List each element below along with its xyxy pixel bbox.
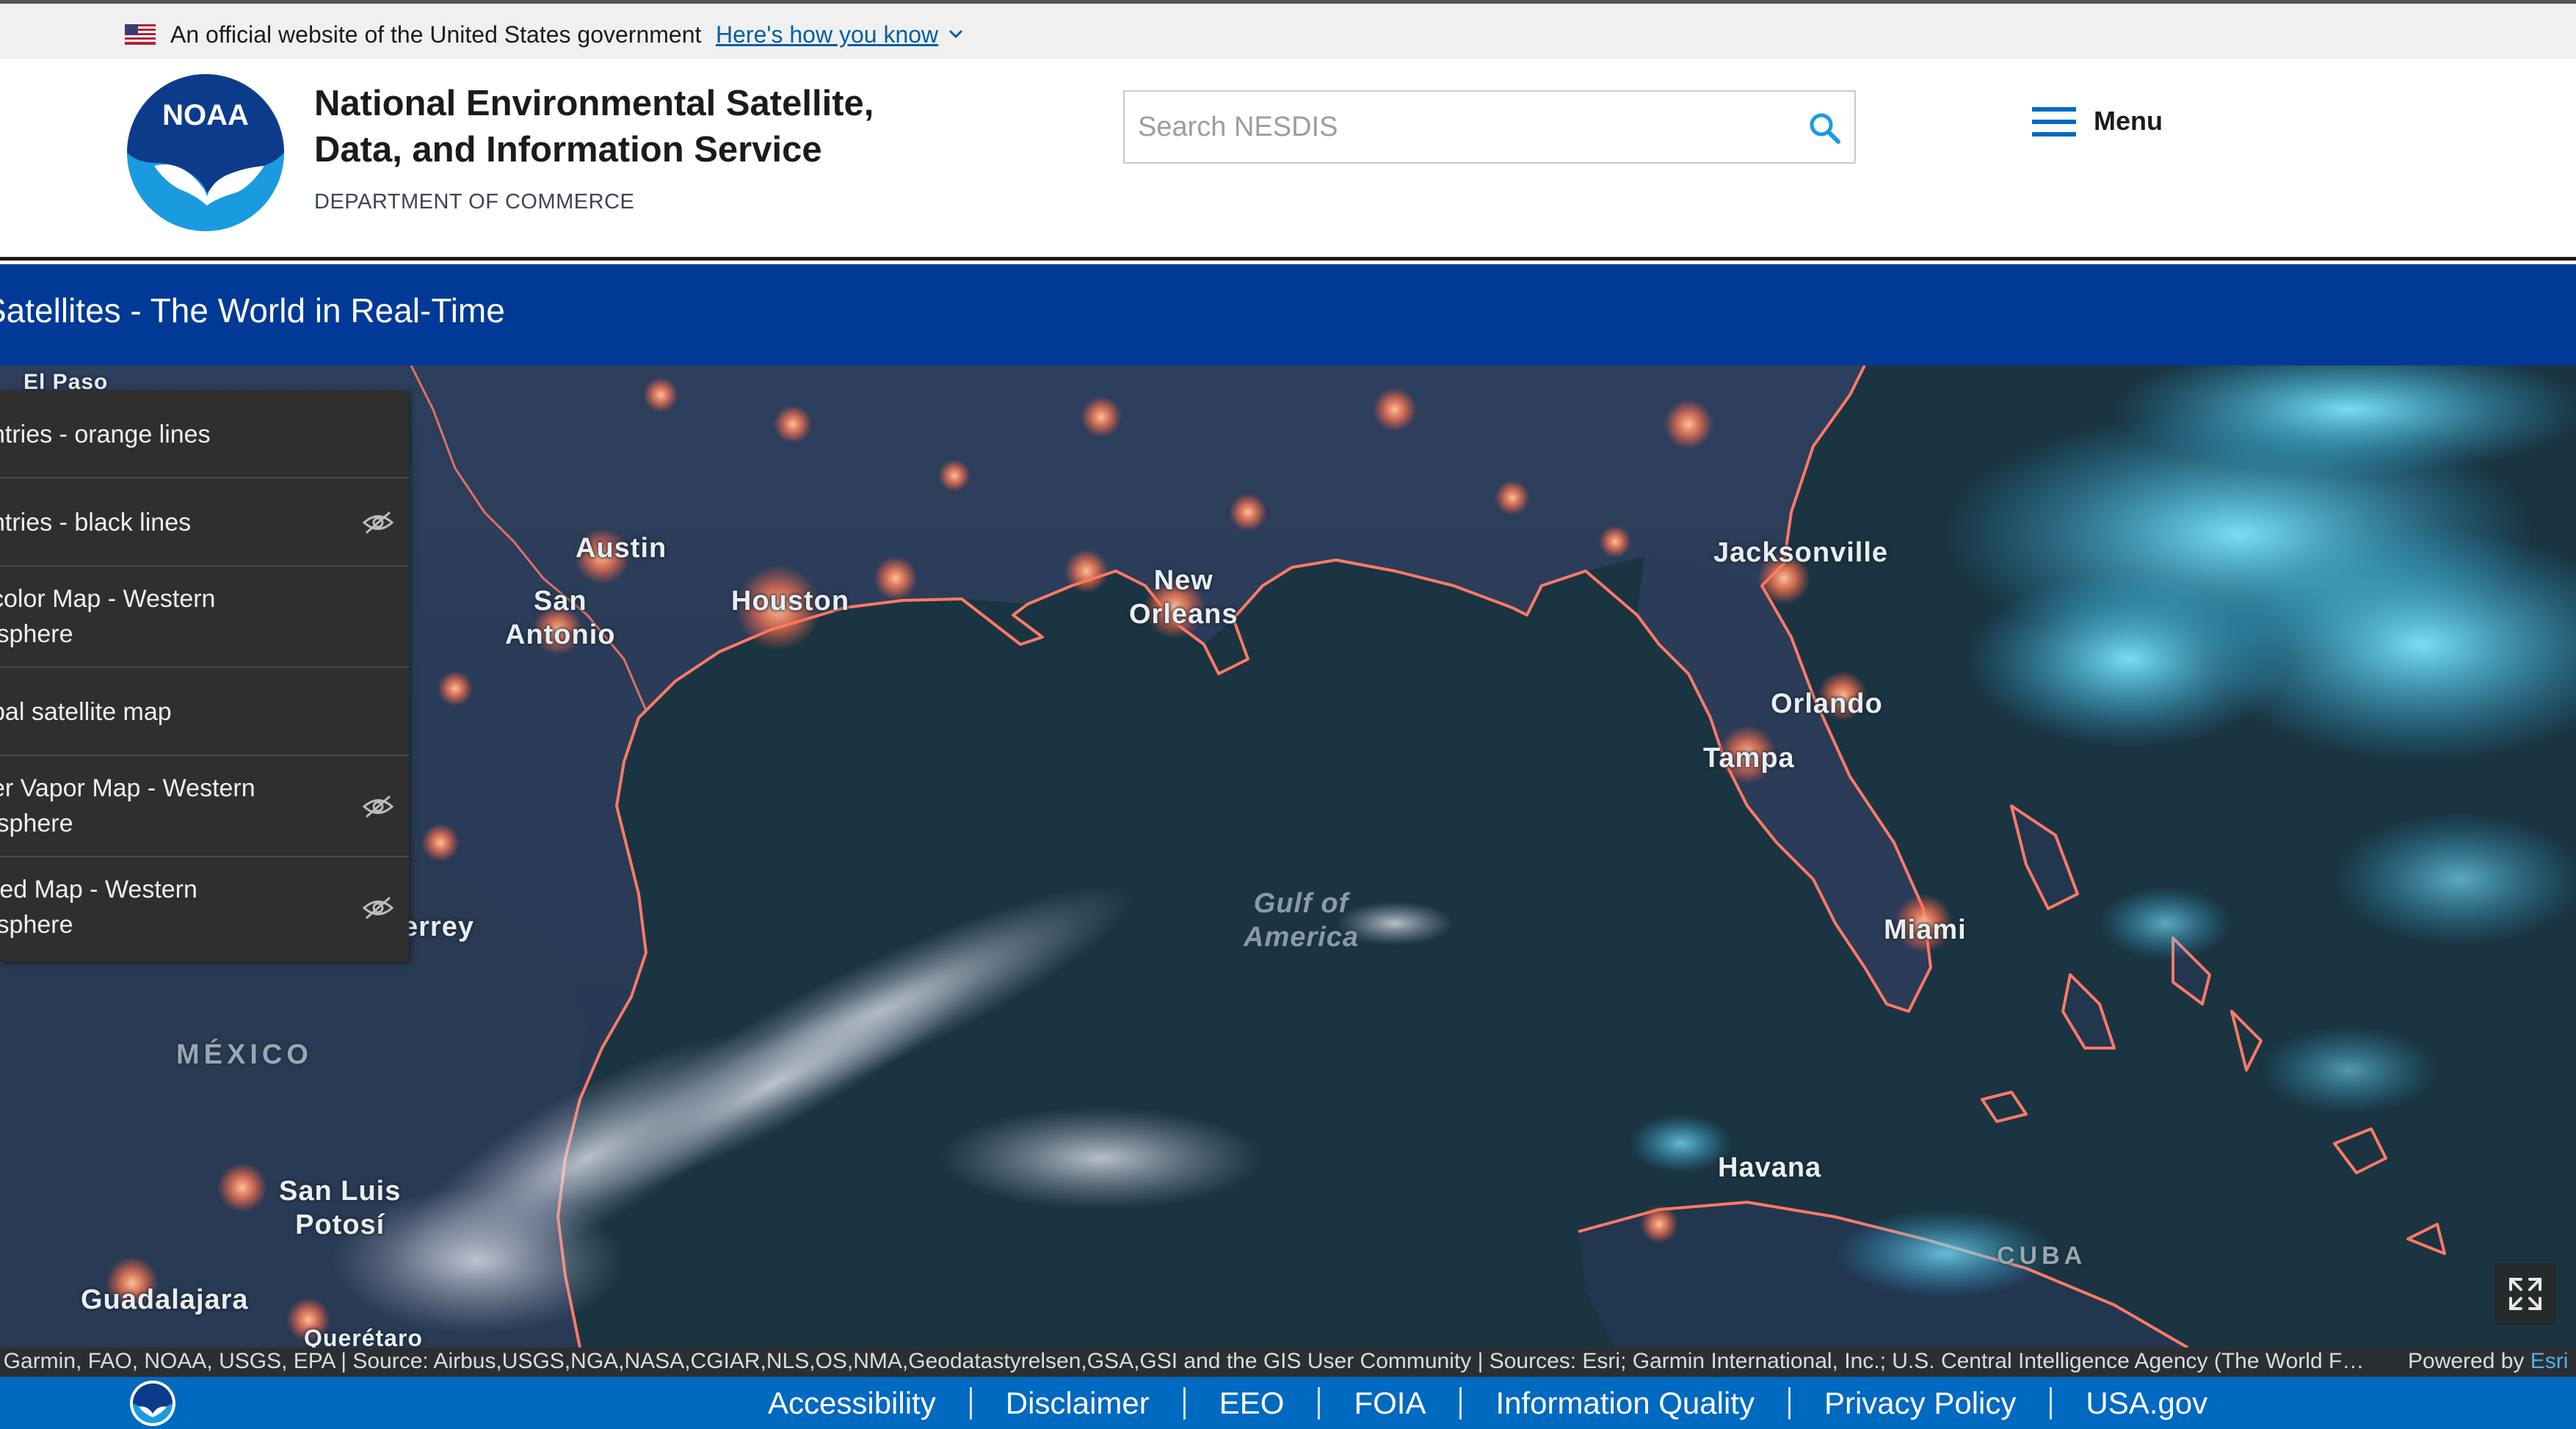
gov-banner-text: An official website of the United States… [170, 21, 702, 48]
search-box [1123, 90, 1856, 164]
map-label-houston: Houston [731, 586, 850, 617]
footer-link-information-quality[interactable]: Information Quality [1462, 1386, 1790, 1419]
app-title: Satellites - The World in Real-Time [0, 291, 505, 330]
footer-links: Accessibility Disclaimer EEO FOIA Inform… [734, 1377, 2241, 1429]
gov-banner: An official website of the United States… [0, 0, 2576, 59]
layer-item[interactable]: color Map - Western isphere [0, 567, 409, 668]
powered-by-text: Powered by [2408, 1349, 2530, 1373]
layer-label: ntries - black lines [0, 509, 192, 537]
eye-off-icon[interactable] [362, 510, 394, 535]
map-label-cuba: CUBA [1997, 1242, 2087, 1270]
footer-link-disclaimer[interactable]: Disclaimer [972, 1386, 1186, 1419]
map-label-new-orleans: New Orleans [1129, 565, 1238, 630]
map-label-tampa: Tampa [1703, 743, 1795, 774]
eye-off-icon[interactable] [362, 794, 394, 819]
search-icon[interactable] [1806, 109, 1843, 146]
map-label-guadalajara: Guadalajara [81, 1284, 249, 1315]
powered-by: Powered by Esri [2408, 1349, 2568, 1374]
esri-link[interactable]: Esri [2530, 1349, 2569, 1373]
footer-link-foia[interactable]: FOIA [1320, 1386, 1462, 1419]
layer-list-panel: ntries - orange lines ntries - black lin… [0, 390, 409, 961]
layer-label: isphere [0, 911, 73, 939]
noaa-footer-logo[interactable] [129, 1380, 176, 1427]
layer-label: ntries - orange lines [0, 421, 211, 448]
svg-text:NOAA: NOAA [162, 99, 249, 131]
chevron-down-icon[interactable] [947, 27, 965, 40]
fullscreen-button[interactable] [2495, 1263, 2556, 1325]
layer-item[interactable]: er Vapor Map - Western isphere [0, 756, 409, 857]
layer-item[interactable]: bal satellite map [0, 668, 409, 756]
layer-item[interactable]: ntries - black lines [0, 479, 409, 567]
site-title[interactable]: National Environmental Satellite, Data, … [314, 81, 916, 173]
map-label-gulf: Gulf of America [1244, 888, 1359, 953]
map-label-san-luis-potosi: San Luis Potosí [279, 1176, 402, 1240]
layer-label: er Vapor Map - Western [0, 774, 255, 802]
footer-link-privacy-policy[interactable]: Privacy Policy [1790, 1386, 2053, 1419]
map-label-orlando: Orlando [1771, 688, 1883, 719]
menu-label: Menu [2094, 106, 2163, 136]
site-footer: Accessibility Disclaimer EEO FOIA Inform… [0, 1377, 2576, 1429]
search-input[interactable] [1138, 103, 1784, 150]
map-label-austin: Austin [576, 533, 667, 564]
hamburger-menu-icon [2032, 107, 2076, 137]
map-label-queretaro: Querétaro [304, 1325, 423, 1348]
menu-button[interactable]: Menu [2032, 101, 2179, 153]
expand-icon [2509, 1278, 2541, 1310]
footer-link-usa-gov[interactable]: USA.gov [2052, 1386, 2241, 1419]
attribution-text[interactable]: , Garmin, FAO, NOAA, USGS, EPA | Source:… [0, 1349, 2370, 1374]
layer-item[interactable]: red Map - Western isphere [0, 857, 409, 961]
site-subtitle: DEPARTMENT OF COMMERCE [314, 190, 635, 214]
noaa-logo[interactable]: NOAA [125, 72, 286, 233]
app-title-bar: Satellites - The World in Real-Time [0, 264, 2576, 366]
footer-link-eeo[interactable]: EEO [1186, 1386, 1321, 1419]
eye-off-icon[interactable] [362, 895, 394, 920]
footer-link-accessibility[interactable]: Accessibility [734, 1386, 972, 1419]
satellite-map[interactable]: El Paso Austin San Antonio Houston New O… [0, 366, 2576, 1348]
map-label-havana: Havana [1718, 1152, 1822, 1183]
map-attribution: , Garmin, FAO, NOAA, USGS, EPA | Source:… [0, 1348, 2576, 1377]
layer-item[interactable]: ntries - orange lines [0, 390, 409, 479]
map-label-mexico: MÉXICO [176, 1039, 313, 1070]
map-label-miami: Miami [1884, 915, 1967, 945]
layer-label: isphere [0, 620, 73, 648]
map-label-san-antonio: San Antonio [505, 586, 616, 650]
how-you-know-link[interactable]: Here's how you know [716, 21, 938, 48]
layer-label: color Map - Western [0, 585, 216, 613]
layer-label: isphere [0, 810, 73, 837]
site-header: NOAA National Environmental Satellite, D… [0, 59, 2576, 261]
map-label-monterrey: errey [402, 912, 474, 942]
layer-label: bal satellite map [0, 698, 172, 726]
us-flag-icon [125, 24, 156, 45]
map-label-jacksonville: Jacksonville [1713, 537, 1889, 568]
layer-label: red Map - Western [0, 876, 197, 903]
